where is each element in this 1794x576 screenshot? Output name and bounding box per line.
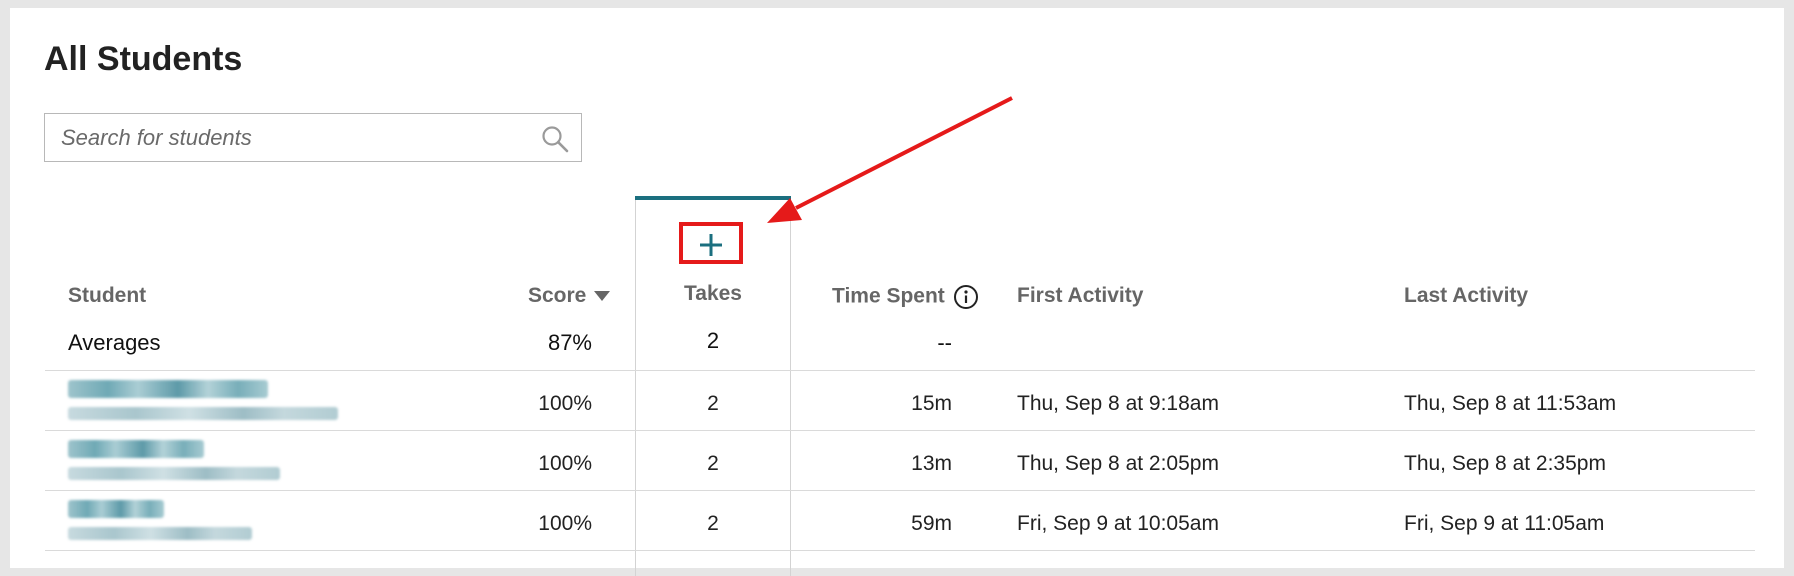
- row-time-spent: 15m: [911, 392, 952, 415]
- row-last-activity: Fri, Sep 9 at 11:05am: [1404, 512, 1605, 535]
- student-name-redacted[interactable]: [68, 500, 164, 518]
- row-takes: 2: [707, 452, 719, 475]
- student-name-redacted[interactable]: [68, 440, 204, 458]
- row-score: 100%: [538, 512, 592, 535]
- averages-label: Averages: [68, 330, 161, 355]
- row-takes: 2: [707, 392, 719, 415]
- column-header-score-label: Score: [528, 284, 587, 307]
- averages-score: 87%: [547, 330, 592, 355]
- student-email-redacted: [68, 467, 280, 480]
- row-first-activity: Fri, Sep 9 at 10:05am: [1017, 512, 1219, 535]
- row-takes: 2: [707, 512, 719, 535]
- column-header-student: Student: [68, 284, 147, 307]
- sort-down-icon[interactable]: [592, 289, 612, 303]
- row-last-activity: Thu, Sep 8 at 11:53am: [1404, 392, 1617, 415]
- row-divider: [45, 370, 1755, 371]
- column-header-takes: Takes: [684, 282, 742, 305]
- student-email-redacted: [68, 527, 252, 540]
- info-icon[interactable]: [953, 284, 979, 310]
- row-score: 100%: [538, 452, 592, 475]
- row-last-activity: Thu, Sep 8 at 2:35pm: [1404, 452, 1606, 475]
- column-header-time-spent-label: Time Spent: [832, 284, 945, 308]
- row-first-activity: Thu, Sep 8 at 9:18am: [1017, 392, 1219, 415]
- row-score: 100%: [538, 392, 592, 415]
- column-header-time-spent: Time Spent: [832, 284, 979, 310]
- row-first-activity: Thu, Sep 8 at 2:05pm: [1017, 452, 1219, 475]
- row-divider: [45, 490, 1755, 491]
- averages-takes: 2: [706, 328, 720, 353]
- row-divider: [45, 550, 1755, 551]
- student-name-redacted[interactable]: [68, 380, 268, 398]
- averages-time-spent: --: [937, 330, 952, 355]
- student-email-redacted: [68, 407, 338, 420]
- column-header-score[interactable]: Score: [528, 284, 612, 308]
- column-header-last-activity: Last Activity: [1404, 284, 1529, 307]
- row-divider: [45, 430, 1755, 431]
- students-panel: All Students Student Score Takes Time Sp…: [10, 8, 1784, 576]
- column-header-first-activity: First Activity: [1017, 284, 1144, 307]
- row-time-spent: 13m: [911, 452, 952, 475]
- row-time-spent: 59m: [911, 512, 952, 535]
